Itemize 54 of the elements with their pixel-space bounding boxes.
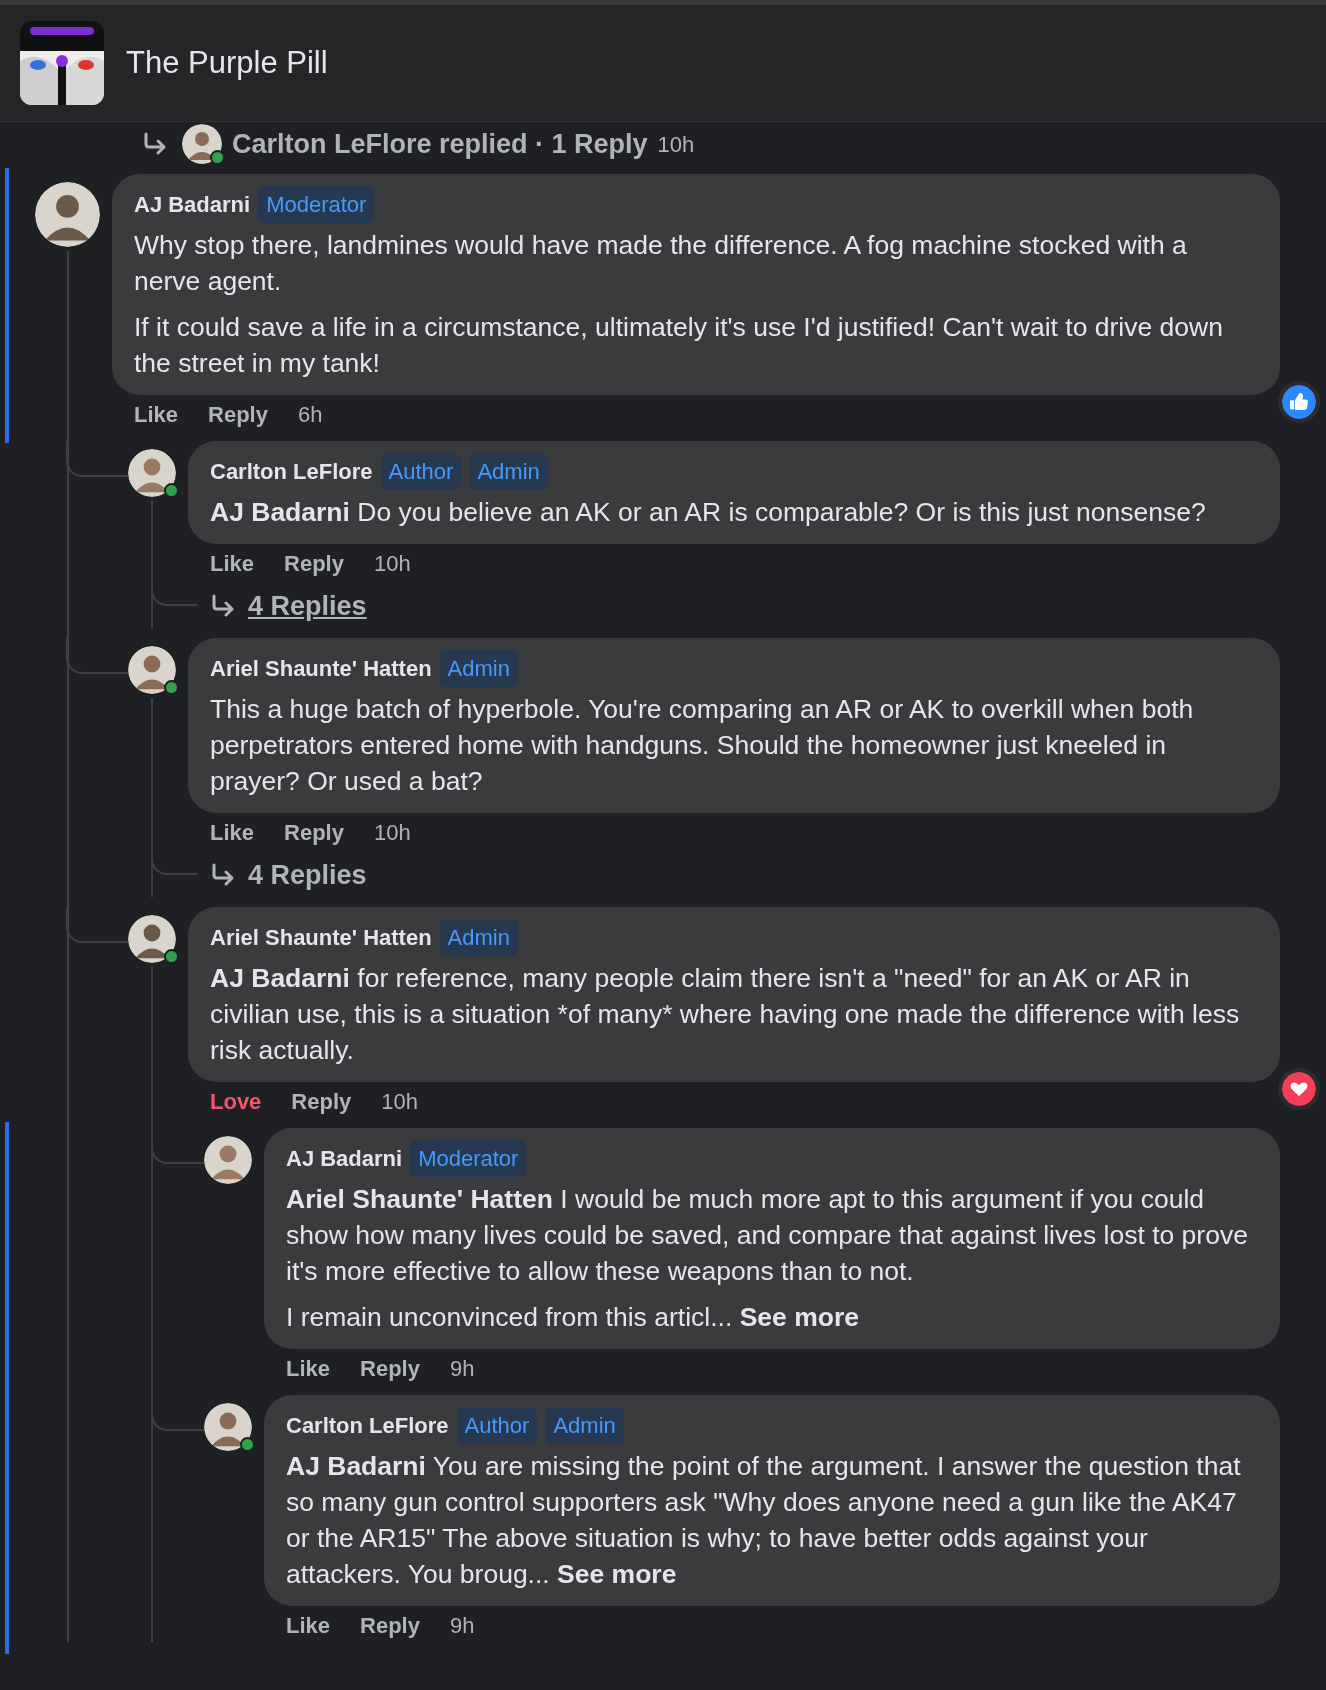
timestamp: 10h — [373, 818, 411, 847]
reply-link[interactable]: Reply — [360, 1608, 420, 1642]
avatar — [182, 124, 222, 164]
role-tag: Moderator — [410, 1140, 527, 1177]
avatar — [128, 915, 176, 963]
comment-text: This a huge batch of hyperbole. You're comparing an AR or AK to overkill when both perpetrators entered home with handguns. Should the homeowner just kneeled in prayer? Or used a bat? — [210, 693, 1195, 798]
replies-link[interactable]: Carlton LeFlore replied · 1 Reply — [232, 123, 648, 165]
timestamp: 6h — [297, 400, 323, 429]
avatar — [128, 646, 176, 694]
reply-link[interactable]: Reply — [208, 397, 268, 431]
avatar — [128, 449, 176, 497]
author-name[interactable]: AJ Badarni — [286, 1142, 403, 1175]
timestamp: 10h — [381, 1087, 418, 1116]
react-link[interactable]: Like — [286, 1351, 331, 1385]
timestamp: 9h — [449, 1611, 475, 1640]
react-link[interactable]: Like — [210, 546, 255, 580]
reply-link[interactable]: Reply — [360, 1351, 420, 1385]
role-tag: Author — [456, 1407, 538, 1444]
comment-text: AJ Badarni Do you believe an AK or an AR is comparable? Or is this just nonsense? — [210, 496, 1207, 529]
see-more-link[interactable]: See more — [739, 1302, 859, 1332]
page-title: The Purple Pill — [126, 43, 328, 82]
react-link[interactable]: Love — [210, 1084, 262, 1118]
role-tag: Admin — [439, 919, 518, 956]
comment-text: I remain unconvinced from this articl... See more — [286, 1301, 860, 1334]
timestamp: 10h — [657, 130, 695, 159]
author-name[interactable]: Carlton LeFlore — [286, 1409, 449, 1442]
comment-text: AJ Badarni You are missing the point of the argument. I answer the question that so many gun control supporters ask "Why does anyone need a gun like the AK47 or the AR15" The above situation is why; to have better odds against your attackers. You broug... See more — [286, 1450, 1242, 1591]
react-link[interactable]: Like — [134, 397, 179, 431]
comment-text: If it could save a life in a circumstance, ultimately it's use I'd justified! Can't wait to drive down the street in my tank! — [134, 311, 1224, 380]
like-reaction-icon — [1278, 381, 1320, 423]
author-name[interactable]: AJ Badarni — [134, 188, 251, 221]
comment-text: Ariel Shaunte' Hatten I would be much more apt to this argument if you could show how many lives could be saved, and compare that against lives lost to prove it's more effective to allow these weapons than to not. — [286, 1183, 1249, 1288]
comment-text: AJ Badarni for reference, many people claim there isn't a "need" for an AK or AR in civilian use, this is a situation *of many* where having one made the difference with less risk actually. — [210, 962, 1241, 1067]
timestamp: 9h — [449, 1354, 475, 1383]
reply-link[interactable]: Reply — [291, 1084, 352, 1118]
comment-text: Why stop there, landmines would have made the difference. A fog machine stocked with a nerve agent. — [134, 229, 1188, 298]
author-name[interactable]: Ariel Shaunte' Hatten — [210, 921, 432, 954]
avatar — [204, 1403, 252, 1451]
author-name[interactable]: Carlton LeFlore — [210, 455, 373, 488]
role-tag: Admin — [545, 1407, 624, 1444]
replies-link[interactable]: 4 Replies — [248, 854, 367, 896]
love-reaction-icon — [1278, 1068, 1320, 1110]
role-tag: Admin — [469, 453, 548, 490]
role-tag: Admin — [439, 650, 518, 687]
role-tag: Moderator — [258, 186, 375, 223]
react-link[interactable]: Like — [286, 1608, 331, 1642]
timestamp: 10h — [373, 549, 411, 578]
react-link[interactable]: Like — [210, 815, 255, 849]
replies-link[interactable]: 4 Replies — [248, 585, 367, 627]
author-name[interactable]: Ariel Shaunte' Hatten — [210, 652, 432, 685]
role-tag: Author — [380, 453, 462, 490]
reply-link[interactable]: Reply — [284, 546, 344, 580]
reply-link[interactable]: Reply — [284, 815, 344, 849]
see-more-link[interactable]: See more — [557, 1559, 677, 1589]
